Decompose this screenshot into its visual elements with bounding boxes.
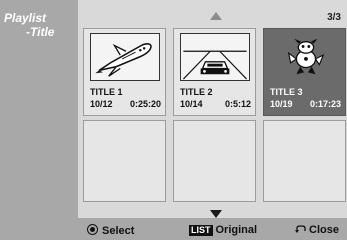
title-name: TITLE 2 [180, 87, 213, 97]
playlist-screen: Playlist -Title 3/3 TITLE 1 10/12 0:25:2… [0, 0, 347, 240]
menu-label-line1: Playlist [4, 11, 47, 25]
menu-label: Playlist -Title [4, 11, 76, 39]
select-label: Select [102, 225, 135, 237]
empty-tile [173, 120, 256, 202]
original-label: Original [215, 224, 258, 236]
button-guide-bar: Select LIST Original Close [78, 218, 347, 240]
page-indicator: 3/3 [327, 12, 341, 23]
title-date: 10/14 [180, 99, 203, 109]
menu-label-line2: -Title [26, 25, 55, 39]
list-key-icon: LIST [189, 225, 213, 236]
title-duration: 0:17:23 [309, 99, 341, 109]
enter-button-icon [87, 224, 98, 235]
title-date: 10/12 [90, 99, 113, 109]
close-label: Close [309, 224, 339, 236]
empty-tile [263, 120, 346, 202]
title-date: 10/19 [270, 99, 293, 109]
arrow-up-icon[interactable] [210, 12, 222, 20]
title-name: TITLE 3 [270, 87, 303, 97]
title-tile-3[interactable]: TITLE 3 10/19 0:17:23 [263, 28, 346, 116]
thumbnail-cartoon-character [270, 33, 340, 81]
arrow-down-icon[interactable] [210, 210, 222, 218]
thumbnail-car-on-road [180, 33, 250, 81]
title-name: TITLE 1 [90, 87, 123, 97]
select-hint[interactable]: Select [87, 224, 134, 237]
cartoon-character-icon [271, 34, 339, 80]
space-shuttle-icon [95, 43, 152, 77]
empty-tile [83, 120, 166, 202]
original-hint[interactable]: LIST Original [189, 224, 257, 236]
return-icon [295, 225, 306, 233]
title-tile-1[interactable]: TITLE 1 10/12 0:25:20 [83, 28, 166, 116]
title-grid-panel: 3/3 TITLE 1 10/12 0:25:20 TITLE 2 10/14 … [78, 0, 347, 240]
car-road-icon [182, 50, 248, 80]
title-tile-2[interactable]: TITLE 2 10/14 0:5:12 [173, 28, 256, 116]
title-duration: 0:5:12 [224, 99, 251, 109]
title-duration: 0:25:20 [129, 99, 161, 109]
close-hint[interactable]: Close [295, 224, 339, 236]
thumbnail-space-shuttle [90, 33, 160, 81]
